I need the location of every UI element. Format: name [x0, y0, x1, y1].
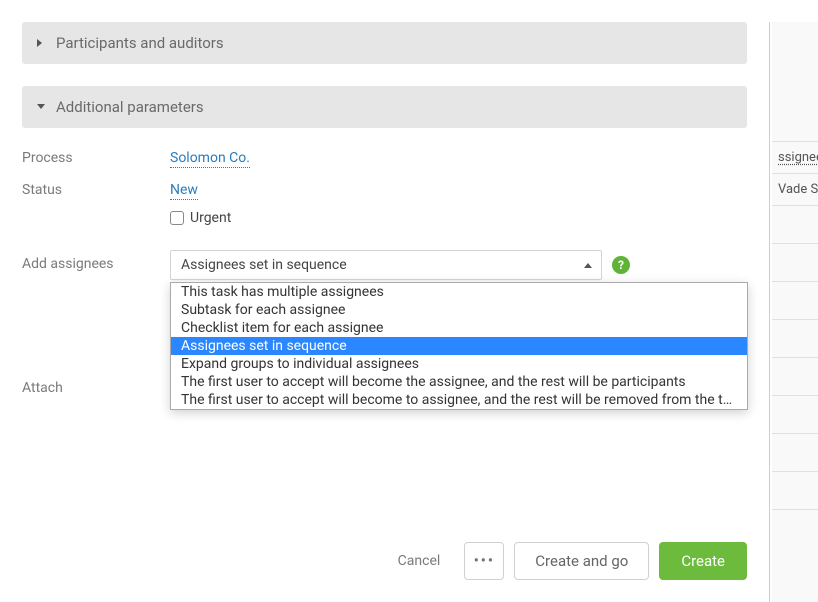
assignees-option[interactable]: Expand groups to individual assignees	[171, 355, 747, 373]
create-and-go-button[interactable]: Create and go	[514, 542, 649, 580]
assignees-row: Add assignees Assignees set in sequence …	[22, 242, 747, 288]
status-link[interactable]: New	[170, 182, 198, 200]
sidebar-row[interactable]	[772, 358, 818, 396]
sidebar-row[interactable]	[772, 434, 818, 472]
urgent-row[interactable]: Urgent	[170, 206, 747, 230]
process-link[interactable]: Solomon Co.	[170, 150, 250, 168]
status-row: Status New	[22, 174, 747, 206]
sidebar-row[interactable]	[772, 206, 818, 244]
assignees-option[interactable]: This task has multiple assignees	[171, 283, 747, 301]
create-button[interactable]: Create	[659, 542, 747, 580]
additional-title: Additional parameters	[56, 98, 204, 116]
assignees-option[interactable]: The first user to accept will become to …	[171, 391, 747, 409]
attach-label: Attach	[22, 380, 170, 396]
assignees-dropdown[interactable]: This task has multiple assigneesSubtask …	[170, 282, 748, 410]
participants-section-header[interactable]: Participants and auditors	[22, 22, 747, 64]
chevron-right-icon	[36, 38, 46, 48]
sidebar-col-header[interactable]: ssignee	[772, 142, 818, 174]
sidebar-row[interactable]	[772, 244, 818, 282]
assignees-option[interactable]: Assignees set in sequence	[171, 337, 747, 355]
footer: Cancel ••• Create and go Create	[384, 542, 747, 580]
chevron-down-icon	[36, 103, 46, 111]
sidebar-row[interactable]	[772, 396, 818, 434]
more-button[interactable]: •••	[464, 542, 504, 580]
urgent-checkbox[interactable]	[170, 211, 184, 225]
additional-section-header[interactable]: Additional parameters	[22, 86, 747, 128]
sidebar-row[interactable]	[772, 472, 818, 510]
assignees-option[interactable]: Checklist item for each assignee	[171, 319, 747, 337]
sidebar-row[interactable]: Vade St	[772, 174, 818, 206]
right-sidebar: ssignee Vade St	[772, 22, 818, 602]
assignees-label: Add assignees	[22, 250, 170, 272]
assignees-combo[interactable]: Assignees set in sequence	[170, 250, 602, 280]
urgent-label: Urgent	[190, 210, 231, 226]
assignees-option[interactable]: Subtask for each assignee	[171, 301, 747, 319]
help-icon[interactable]: ?	[612, 256, 630, 274]
chevron-up-icon	[583, 257, 593, 273]
sidebar-row[interactable]	[772, 320, 818, 358]
status-label: Status	[22, 182, 170, 198]
assignees-option[interactable]: The first user to accept will become the…	[171, 373, 747, 391]
sidebar-row[interactable]	[772, 282, 818, 320]
assignees-combo-value: Assignees set in sequence	[181, 257, 347, 273]
participants-title: Participants and auditors	[56, 34, 224, 52]
process-row: Process Solomon Co.	[22, 142, 747, 174]
process-label: Process	[22, 150, 170, 166]
cancel-button[interactable]: Cancel	[384, 543, 455, 579]
